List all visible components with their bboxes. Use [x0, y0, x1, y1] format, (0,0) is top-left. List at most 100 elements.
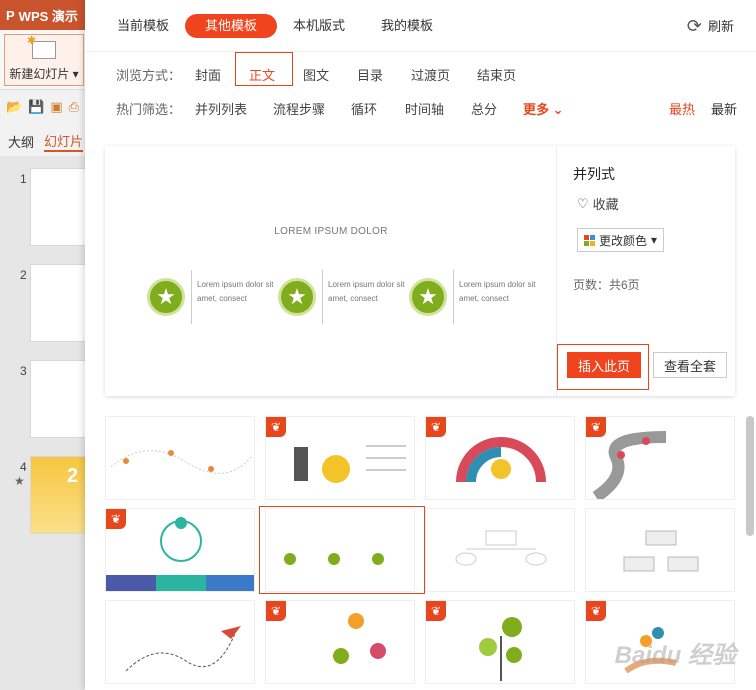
divider: [191, 270, 192, 324]
favorite-button[interactable]: ♡ 收藏: [577, 194, 619, 213]
template-thumbnail[interactable]: ❦: [105, 508, 255, 592]
bulb-graphic: [456, 437, 546, 483]
template-thumbnail[interactable]: ❦: [425, 600, 575, 684]
browse-item-ending[interactable]: 结束页: [477, 65, 516, 84]
flame-icon: ❦: [426, 601, 446, 621]
loop-graphic: [333, 613, 386, 664]
change-color-label: 更改颜色: [599, 233, 648, 248]
favorite-label: 收藏: [592, 197, 619, 212]
slide-preview: [30, 360, 90, 438]
slide-preview: [30, 264, 90, 342]
timeline-graphic: [110, 450, 252, 474]
browse-item-body[interactable]: 正文: [249, 65, 275, 84]
hot-item-timeline[interactable]: 时间轴: [405, 99, 444, 118]
preview-item: ★ Lorem ipsum dolor sit amet, consect: [409, 270, 539, 324]
template-thumbnail[interactable]: [425, 508, 575, 592]
refresh-button[interactable]: ⟳ 刷新: [687, 16, 734, 35]
preview-item-text: Lorem ipsum dolor sit amet, consect: [459, 280, 536, 303]
tab-outline[interactable]: 大纲: [8, 132, 34, 151]
path-graphic: [125, 626, 241, 672]
coin-graphic: [294, 445, 406, 483]
org-chart-graphic: [623, 530, 699, 572]
hot-label: 热门筛选：: [116, 102, 182, 117]
export-pdf-icon[interactable]: ▣: [50, 99, 62, 115]
tree-graphic: [455, 530, 547, 566]
template-info: 并列式 ♡ 收藏 更改颜色 ▾ 页数：共6页 插入此页 查看全套: [557, 146, 735, 396]
flame-icon: ❦: [266, 601, 286, 621]
slide-preview: 2: [30, 456, 90, 534]
preview-item: ★ Lorem ipsum dolor sit amet, consect: [278, 270, 408, 324]
save-icon[interactable]: 💾: [28, 99, 44, 115]
sort-new[interactable]: 最新: [711, 99, 737, 118]
template-panel: 当前模板 其他模板 本机版式 我的模板 ⟳ 刷新 浏览方式： 封面 正文 图文 …: [85, 0, 756, 690]
insert-page-button[interactable]: 插入此页: [567, 352, 641, 378]
plant-graphic: [479, 617, 522, 681]
slide-preview: [30, 168, 90, 246]
flame-icon: ❦: [586, 417, 606, 437]
slide-number: 2: [20, 268, 27, 282]
template-thumbnail[interactable]: ❦: [585, 416, 735, 500]
preview-item-text: Lorem ipsum dolor sit amet, consect: [197, 280, 274, 303]
new-slide-button[interactable]: 新建幻灯片 ▾: [4, 34, 84, 86]
browse-label: 浏览方式：: [116, 68, 182, 83]
chevron-down-icon: ⌄: [552, 102, 564, 117]
more-label: 更多: [523, 102, 550, 117]
template-thumbnail[interactable]: ❦: [265, 600, 415, 684]
view-all-button[interactable]: 查看全套: [653, 352, 727, 378]
tab-current-template[interactable]: 当前模板: [117, 14, 169, 38]
hot-item-process[interactable]: 流程步骤: [273, 99, 325, 118]
scrollbar[interactable]: [746, 416, 754, 536]
template-thumbnail[interactable]: [105, 600, 255, 684]
star-icon: ★: [14, 474, 25, 488]
cycle-graphic: [106, 517, 254, 591]
hot-item-parallel[interactable]: 并列列表: [195, 99, 247, 118]
preview-slide: LOREM IPSUM DOLOR ★ Lorem ipsum dolor si…: [105, 146, 557, 396]
template-thumbnail[interactable]: ❦: [425, 416, 575, 500]
browse-filter-row: 浏览方式： 封面 正文 图文 目录 过渡页 结束页: [85, 52, 756, 88]
watermark: Baidu 经验: [614, 642, 736, 669]
template-top-nav: 当前模板 其他模板 本机版式 我的模板 ⟳ 刷新: [85, 0, 756, 52]
star-icon: ★: [147, 278, 185, 316]
flame-icon: ❦: [426, 417, 446, 437]
hot-item-cycle[interactable]: 循环: [351, 99, 377, 118]
slide-number: 1: [20, 172, 27, 186]
template-thumbnail[interactable]: [585, 508, 735, 592]
tab-local-layouts[interactable]: 本机版式: [293, 14, 345, 38]
tab-slides[interactable]: 幻灯片: [44, 131, 84, 152]
refresh-icon: ⟳: [686, 15, 702, 36]
road-graphic: [592, 431, 667, 499]
hot-item-general[interactable]: 总分: [471, 99, 497, 118]
star-icon: ★: [278, 278, 316, 316]
browse-item-image-text[interactable]: 图文: [303, 65, 329, 84]
refresh-label: 刷新: [707, 19, 734, 34]
flame-icon: ❦: [586, 601, 606, 621]
browse-item-cover[interactable]: 封面: [195, 65, 221, 84]
preview-item-text: Lorem ipsum dolor sit amet, consect: [328, 280, 405, 303]
sort-hot[interactable]: 最热: [669, 99, 695, 118]
divider: [453, 270, 454, 324]
slide-preview-text: 2: [67, 465, 79, 487]
new-slide-icon: [27, 34, 56, 59]
flame-icon: ❦: [266, 417, 286, 437]
app-title: WPS 演示: [18, 8, 78, 24]
divider: [322, 270, 323, 324]
browse-item-transition[interactable]: 过渡页: [411, 65, 450, 84]
slide-number: 4: [20, 460, 27, 474]
template-thumbnail[interactable]: [105, 416, 255, 500]
selected-thumbnail-highlight: [259, 506, 425, 594]
template-thumbnail[interactable]: ❦: [265, 416, 415, 500]
tab-my-templates[interactable]: 我的模板: [381, 14, 433, 38]
caret-down-icon: ▾: [651, 233, 658, 247]
palette-icon: [584, 234, 595, 246]
more-button[interactable]: 更多 ⌄: [523, 99, 564, 118]
preview-slide-title: LOREM IPSUM DOLOR: [274, 226, 388, 237]
change-color-button[interactable]: 更改颜色 ▾: [577, 228, 665, 252]
print-icon[interactable]: ⎙: [69, 99, 79, 115]
tab-other-templates[interactable]: 其他模板: [185, 14, 278, 38]
wps-logo-icon: P: [6, 7, 15, 23]
page-count: 页数：共6页: [573, 278, 640, 292]
hot-filter-row: 热门筛选： 并列列表 流程步骤 循环 时间轴 总分 更多 ⌄ 最热 最新: [85, 92, 756, 122]
browse-item-toc[interactable]: 目录: [357, 65, 383, 84]
open-folder-icon[interactable]: 📂: [6, 99, 22, 115]
slide-number: 3: [20, 364, 27, 378]
